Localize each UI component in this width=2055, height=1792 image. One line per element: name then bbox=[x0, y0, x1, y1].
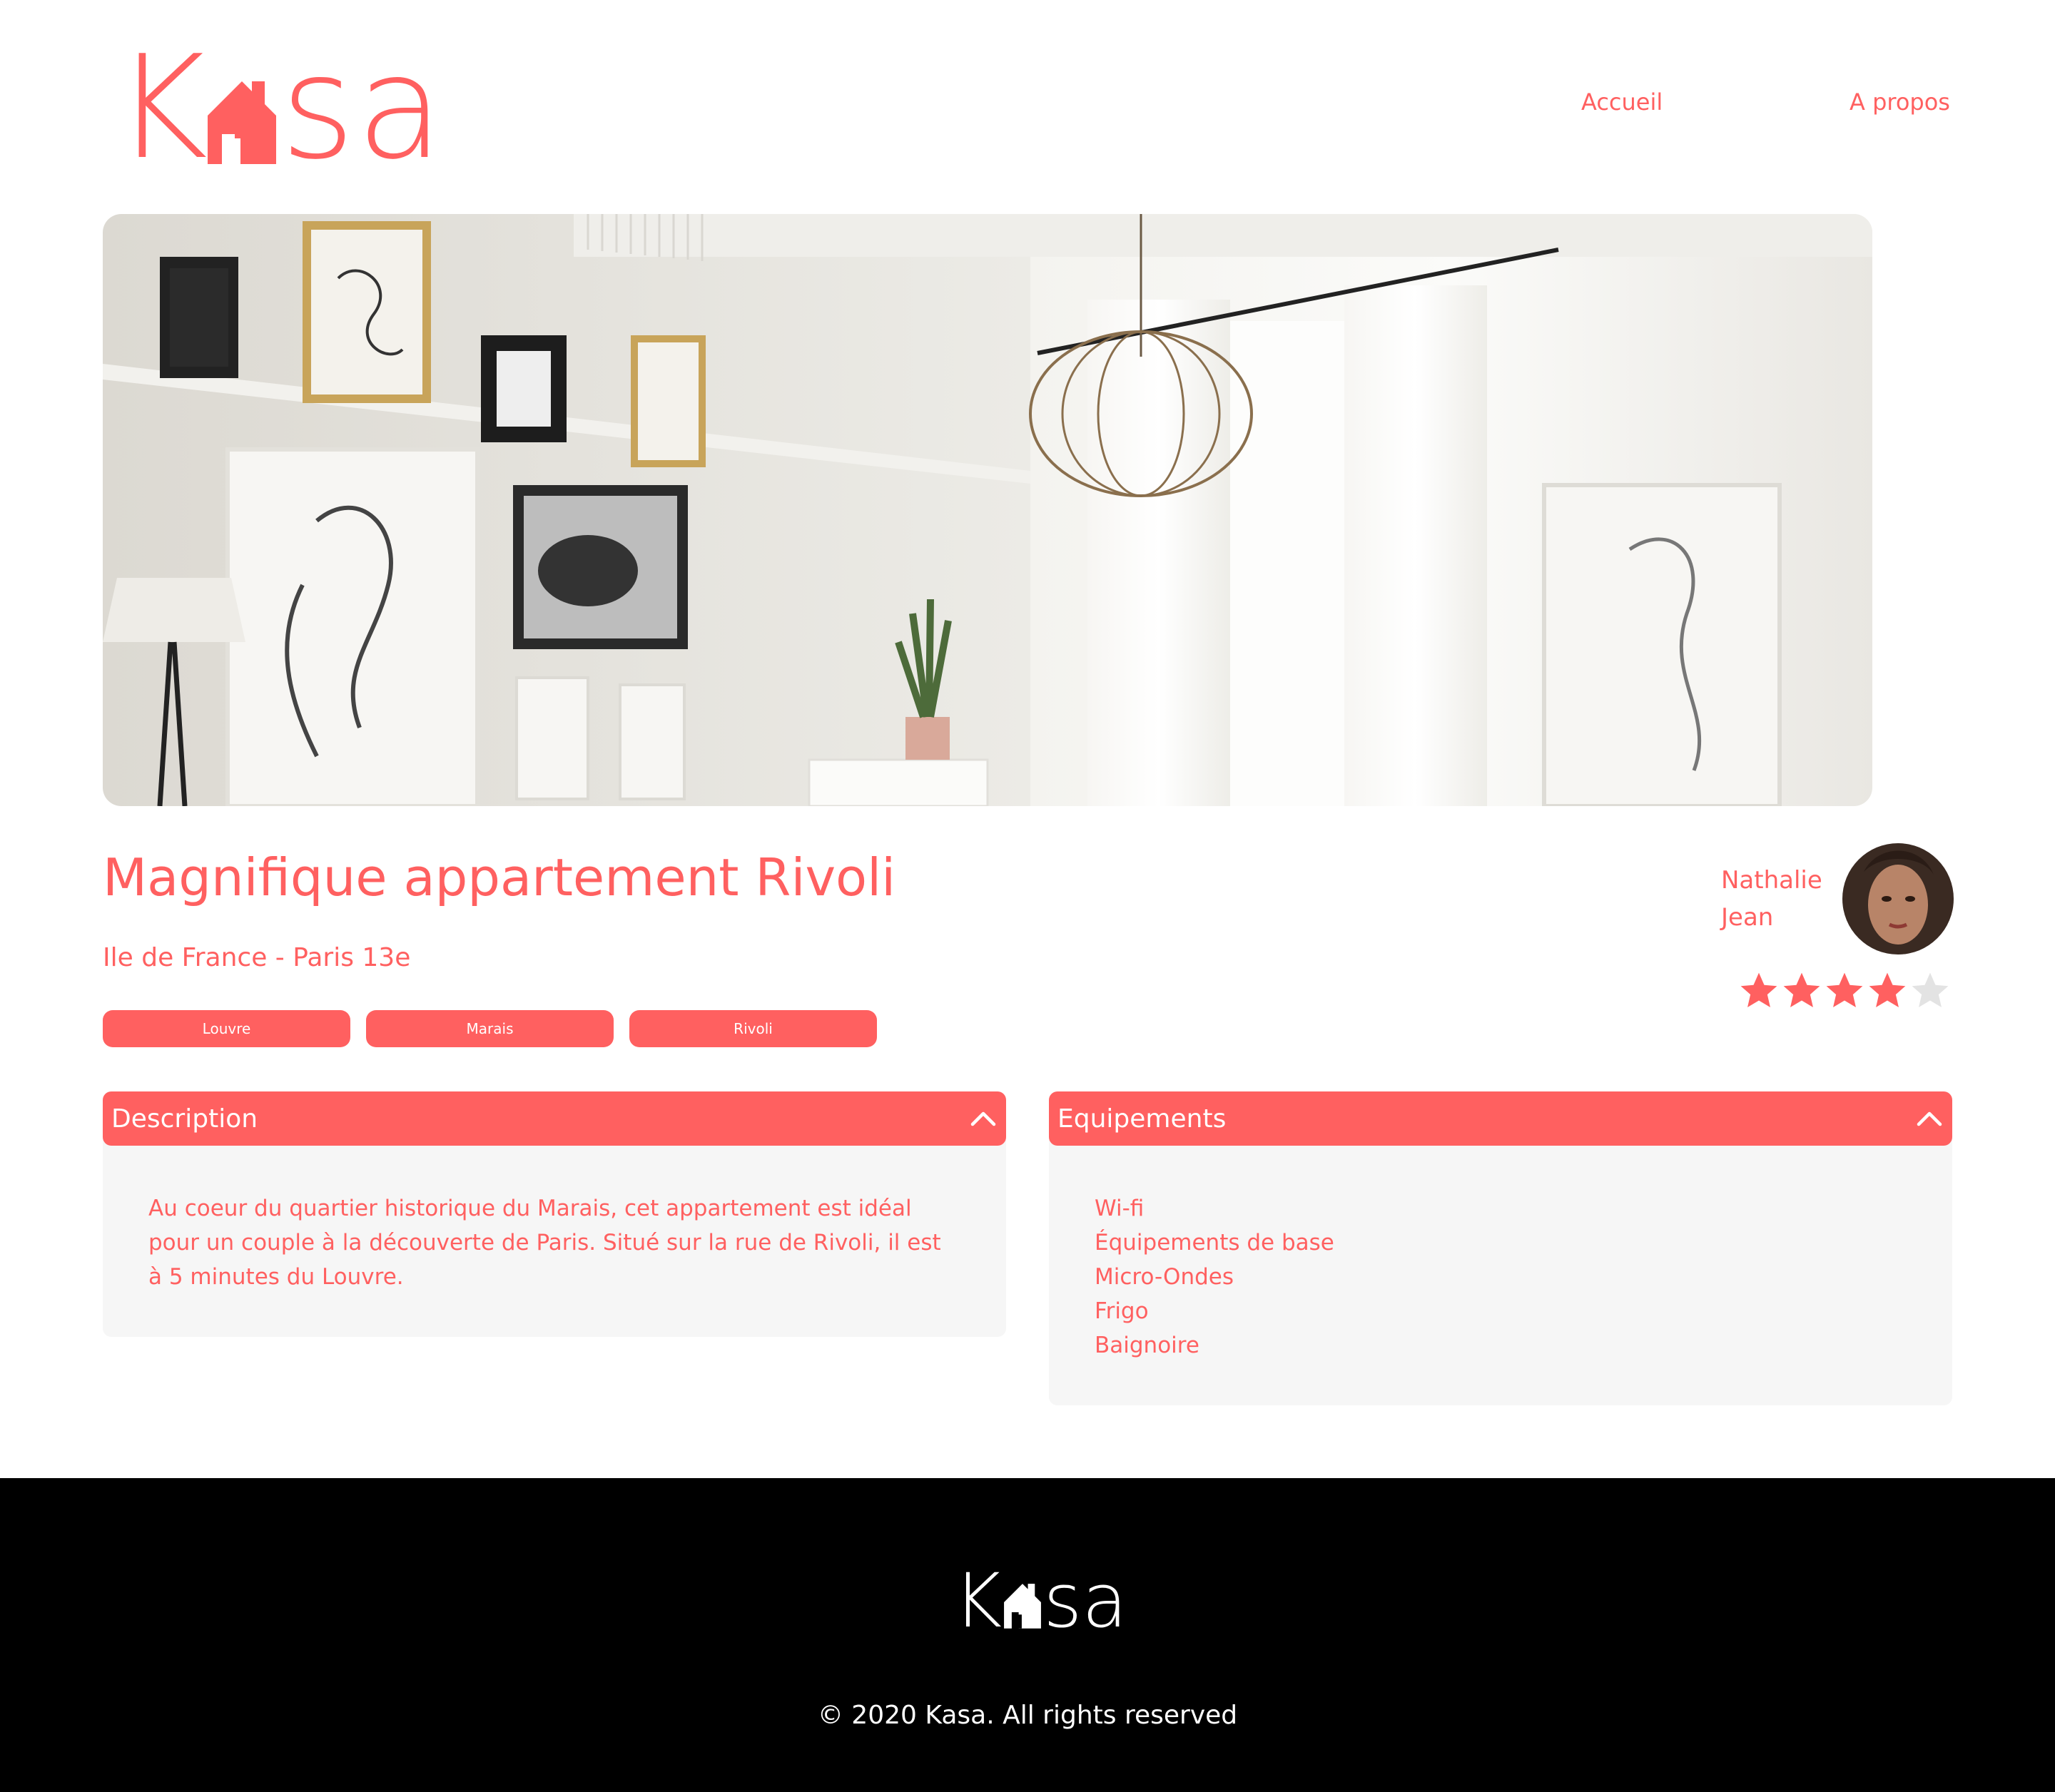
tag: Louvre bbox=[103, 1010, 350, 1047]
nav-link-home[interactable]: Accueil bbox=[1581, 88, 1663, 116]
description-collapse: Description Au coeur du quartier histori… bbox=[103, 1091, 1006, 1337]
host-first-name: Nathalie bbox=[1721, 866, 1822, 895]
house-icon bbox=[208, 81, 277, 164]
logo-letter-k: K bbox=[114, 25, 208, 191]
equipments-collapse-header[interactable]: Equipements bbox=[1049, 1091, 1952, 1146]
star-icon bbox=[1783, 972, 1820, 1007]
rating-stars bbox=[1738, 970, 1951, 1012]
footer-logo: K sa bbox=[953, 1557, 1128, 1644]
house-icon bbox=[1004, 1584, 1042, 1629]
nav-link-about[interactable]: A propos bbox=[1850, 88, 1950, 116]
equipments-list: Wi-fi Équipements de base Micro-Ondes Fr… bbox=[1095, 1191, 1907, 1363]
tag: Marais bbox=[366, 1010, 614, 1047]
list-item: Baignoire bbox=[1095, 1333, 1199, 1358]
chevron-up-icon[interactable] bbox=[1915, 1104, 1944, 1133]
description-collapse-header[interactable]: Description bbox=[103, 1091, 1006, 1146]
list-item: Équipements de base bbox=[1095, 1230, 1334, 1256]
site-header: K sa Accueil A propos bbox=[0, 0, 2055, 214]
logo-letters-sa: sa bbox=[280, 25, 445, 191]
listing-photo bbox=[103, 214, 1872, 806]
kasa-logo[interactable]: K sa bbox=[114, 25, 445, 191]
copyright-text: © 2020 Kasa. All rights reserved bbox=[817, 1701, 1238, 1730]
list-item: Micro-Ondes bbox=[1095, 1264, 1234, 1290]
host-last-name: Jean bbox=[1721, 903, 1774, 932]
star-icon bbox=[1912, 972, 1949, 1007]
equipments-body: Wi-fi Équipements de base Micro-Ondes Fr… bbox=[1049, 1140, 1952, 1405]
footer-logo-letter-k: K bbox=[953, 1557, 1003, 1644]
tag: Rivoli bbox=[629, 1010, 877, 1047]
description-text: Au coeur du quartier historique du Marai… bbox=[148, 1196, 941, 1290]
description-title: Description bbox=[111, 1104, 258, 1134]
list-item: Wi-fi bbox=[1095, 1196, 1145, 1221]
footer-logo-letters-sa: sa bbox=[1043, 1557, 1128, 1644]
star-icon bbox=[1740, 972, 1777, 1007]
equipments-title: Equipements bbox=[1057, 1104, 1227, 1134]
listing-title: Magnifique appartement Rivoli bbox=[103, 847, 896, 907]
listing-location: Ile de France - Paris 13e bbox=[103, 943, 411, 972]
star-icon bbox=[1869, 972, 1906, 1007]
description-body: Au coeur du quartier historique du Marai… bbox=[103, 1140, 1006, 1337]
host-name: Nathalie Jean bbox=[1721, 862, 1822, 936]
equipments-collapse: Equipements Wi-fi Équipements de base Mi… bbox=[1049, 1091, 1952, 1405]
star-icon bbox=[1826, 972, 1863, 1007]
list-item: Frigo bbox=[1095, 1298, 1149, 1324]
site-footer: K sa © 2020 Kasa. All rights reserved bbox=[0, 1478, 2055, 1792]
tag-list: Louvre Marais Rivoli bbox=[103, 1010, 877, 1047]
chevron-up-icon[interactable] bbox=[969, 1104, 998, 1133]
host-avatar bbox=[1842, 843, 1954, 954]
host-info: Nathalie Jean bbox=[1721, 843, 1954, 954]
